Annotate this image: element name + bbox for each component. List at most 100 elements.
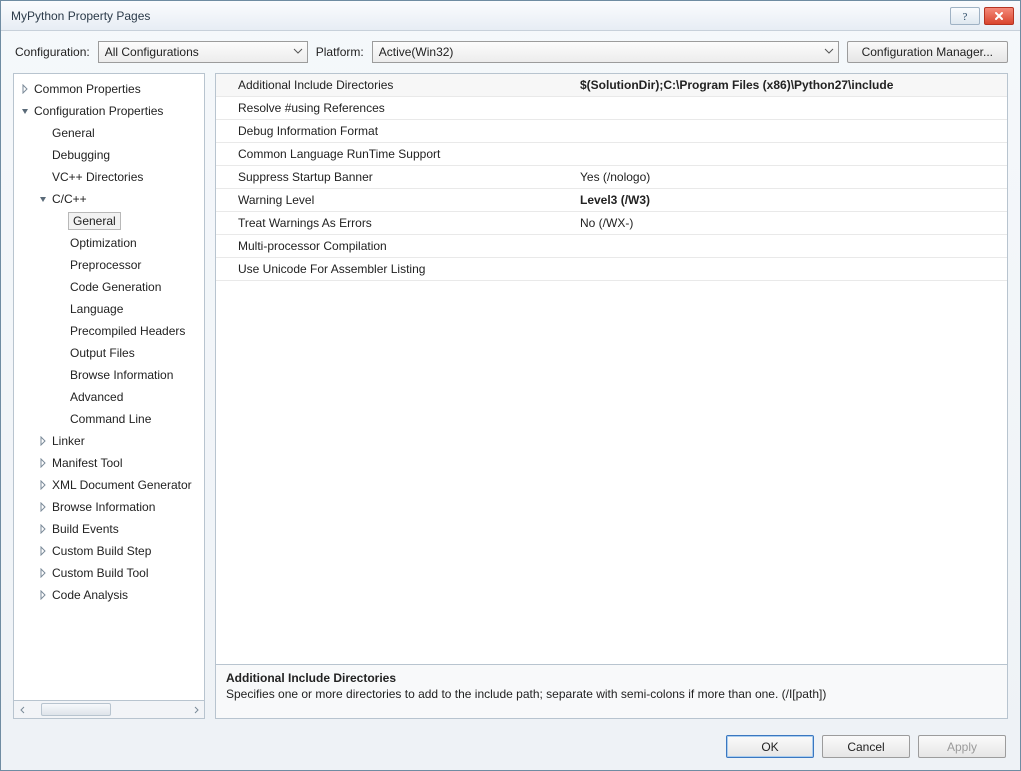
- tree-item-label: General: [68, 212, 121, 230]
- configuration-bar: Configuration: All Configurations Platfo…: [1, 31, 1020, 73]
- property-value[interactable]: Level3 (/W3): [576, 193, 1007, 207]
- property-grid[interactable]: Additional Include Directories$(Solution…: [215, 73, 1008, 665]
- svg-text:?: ?: [963, 11, 968, 22]
- tree-item[interactable]: Browse Information: [14, 496, 204, 518]
- property-value[interactable]: $(SolutionDir);C:\Program Files (x86)\Py…: [576, 78, 1007, 92]
- tree-item[interactable]: C/C++: [14, 188, 204, 210]
- description-text: Specifies one or more directories to add…: [226, 687, 997, 701]
- tree-item-label: Preprocessor: [68, 258, 143, 272]
- property-row[interactable]: Multi-processor Compilation: [216, 235, 1007, 258]
- property-panel: Additional Include Directories$(Solution…: [215, 73, 1008, 719]
- property-name: Additional Include Directories: [216, 78, 576, 92]
- close-button[interactable]: [984, 7, 1014, 25]
- tree-item[interactable]: Debugging: [14, 144, 204, 166]
- apply-button[interactable]: Apply: [918, 735, 1006, 758]
- property-row[interactable]: Debug Information Format: [216, 120, 1007, 143]
- tree-item-label: Language: [68, 302, 125, 316]
- window-buttons: ?: [950, 7, 1014, 25]
- tree-item[interactable]: Output Files: [14, 342, 204, 364]
- horizontal-scrollbar[interactable]: [13, 701, 205, 719]
- tree-item-label: Browse Information: [68, 368, 175, 382]
- collapse-icon[interactable]: [18, 84, 32, 94]
- tree-item-label: Common Properties: [32, 82, 143, 96]
- scrollbar-thumb[interactable]: [41, 703, 111, 716]
- scroll-right-button[interactable]: [187, 701, 204, 718]
- property-name: Multi-processor Compilation: [216, 239, 576, 253]
- tree-item[interactable]: Configuration Properties: [14, 100, 204, 122]
- tree-item[interactable]: Common Properties: [14, 78, 204, 100]
- tree-panel: Common Properties Configuration Propertie…: [13, 73, 205, 719]
- tree-item-label: Code Generation: [68, 280, 163, 294]
- property-name: Suppress Startup Banner: [216, 170, 576, 184]
- tree-item-label: Command Line: [68, 412, 153, 426]
- expand-icon[interactable]: [36, 194, 50, 204]
- property-value[interactable]: No (/WX-): [576, 216, 1007, 230]
- window-title: MyPython Property Pages: [11, 9, 950, 23]
- property-name: Resolve #using References: [216, 101, 576, 115]
- chevron-down-icon: [293, 45, 303, 59]
- tree-item[interactable]: Language: [14, 298, 204, 320]
- collapse-icon[interactable]: [36, 568, 50, 578]
- tree-item[interactable]: Preprocessor: [14, 254, 204, 276]
- tree-item-label: XML Document Generator: [50, 478, 194, 492]
- tree-item[interactable]: Custom Build Tool: [14, 562, 204, 584]
- help-button[interactable]: ?: [950, 7, 980, 25]
- property-value[interactable]: Yes (/nologo): [576, 170, 1007, 184]
- property-name: Use Unicode For Assembler Listing: [216, 262, 576, 276]
- scrollbar-track[interactable]: [31, 701, 187, 718]
- collapse-icon[interactable]: [36, 480, 50, 490]
- collapse-icon[interactable]: [36, 524, 50, 534]
- property-row[interactable]: Treat Warnings As ErrorsNo (/WX-): [216, 212, 1007, 235]
- configuration-manager-button[interactable]: Configuration Manager...: [847, 41, 1008, 63]
- tree-item[interactable]: Precompiled Headers: [14, 320, 204, 342]
- property-row[interactable]: Use Unicode For Assembler Listing: [216, 258, 1007, 281]
- tree-item[interactable]: VC++ Directories: [14, 166, 204, 188]
- dialog-body: Common Properties Configuration Propertie…: [1, 73, 1020, 727]
- platform-dropdown[interactable]: Active(Win32): [372, 41, 839, 63]
- cancel-button[interactable]: Cancel: [822, 735, 910, 758]
- tree-item[interactable]: Build Events: [14, 518, 204, 540]
- collapse-icon[interactable]: [36, 590, 50, 600]
- tree-item[interactable]: General: [14, 122, 204, 144]
- ok-button[interactable]: OK: [726, 735, 814, 758]
- tree-item[interactable]: Browse Information: [14, 364, 204, 386]
- property-row[interactable]: Common Language RunTime Support: [216, 143, 1007, 166]
- navigation-tree[interactable]: Common Properties Configuration Propertie…: [13, 73, 205, 701]
- property-row[interactable]: Warning LevelLevel3 (/W3): [216, 189, 1007, 212]
- collapse-icon[interactable]: [36, 546, 50, 556]
- configuration-dropdown[interactable]: All Configurations: [98, 41, 308, 63]
- tree-item-label: Custom Build Step: [50, 544, 153, 558]
- tree-item[interactable]: Code Analysis: [14, 584, 204, 606]
- tree-item[interactable]: Advanced: [14, 386, 204, 408]
- tree-item[interactable]: Custom Build Step: [14, 540, 204, 562]
- titlebar: MyPython Property Pages ?: [1, 1, 1020, 31]
- tree-item[interactable]: Manifest Tool: [14, 452, 204, 474]
- tree-item-label: Configuration Properties: [32, 104, 165, 118]
- description-box: Additional Include Directories Specifies…: [215, 665, 1008, 719]
- collapse-icon[interactable]: [36, 458, 50, 468]
- scroll-left-button[interactable]: [14, 701, 31, 718]
- tree-item-label: Debugging: [50, 148, 112, 162]
- tree-item-label: Browse Information: [50, 500, 157, 514]
- collapse-icon[interactable]: [36, 436, 50, 446]
- property-name: Treat Warnings As Errors: [216, 216, 576, 230]
- dialog-window: MyPython Property Pages ? Configuration:…: [0, 0, 1021, 771]
- tree-item-label: General: [50, 126, 97, 140]
- property-name: Debug Information Format: [216, 124, 576, 138]
- tree-item-label: Manifest Tool: [50, 456, 124, 470]
- collapse-icon[interactable]: [36, 502, 50, 512]
- property-row[interactable]: Suppress Startup BannerYes (/nologo): [216, 166, 1007, 189]
- tree-item-label: Optimization: [68, 236, 139, 250]
- tree-item[interactable]: Code Generation: [14, 276, 204, 298]
- tree-item[interactable]: Linker: [14, 430, 204, 452]
- expand-icon[interactable]: [18, 106, 32, 116]
- tree-item[interactable]: Optimization: [14, 232, 204, 254]
- tree-item[interactable]: XML Document Generator: [14, 474, 204, 496]
- property-row[interactable]: Resolve #using References: [216, 97, 1007, 120]
- tree-item[interactable]: General: [14, 210, 204, 232]
- property-row[interactable]: Additional Include Directories$(Solution…: [216, 74, 1007, 97]
- tree-item-label: VC++ Directories: [50, 170, 145, 184]
- tree-item[interactable]: Command Line: [14, 408, 204, 430]
- description-title: Additional Include Directories: [226, 671, 997, 685]
- tree-item-label: C/C++: [50, 192, 89, 206]
